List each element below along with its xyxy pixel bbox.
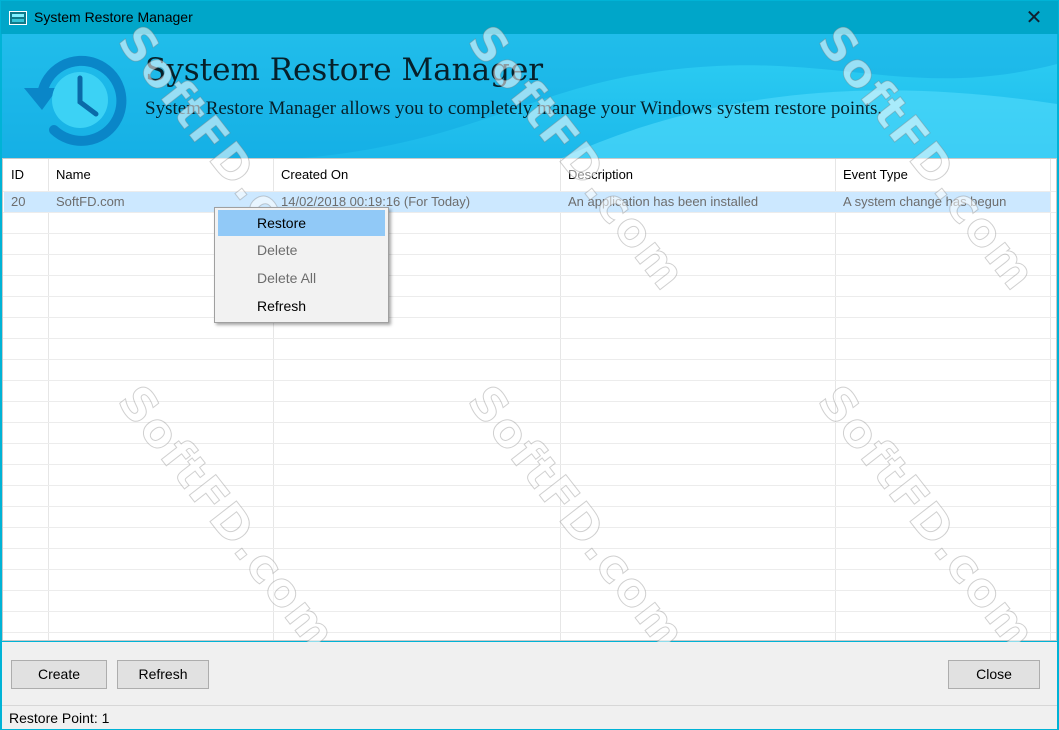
cell-id: 20 [11, 194, 26, 209]
title-bar[interactable]: System Restore Manager ✕ [1, 1, 1058, 34]
row-divider [3, 254, 1056, 255]
header-banner: System Restore Manager System Restore Ma… [2, 34, 1057, 158]
header-subtitle: System Restore Manager allows you to com… [145, 98, 883, 119]
row-divider [3, 569, 1056, 570]
row-divider [3, 317, 1056, 318]
column-header-created-on[interactable]: Created On [273, 159, 560, 191]
row-divider [3, 443, 1056, 444]
row-divider [3, 506, 1056, 507]
row-divider [3, 296, 1056, 297]
header-title: System Restore Manager [145, 52, 544, 88]
row-divider [3, 611, 1056, 612]
menu-item-delete[interactable]: Delete [218, 237, 385, 263]
row-divider [3, 359, 1056, 360]
row-divider [3, 590, 1056, 591]
row-divider [3, 380, 1056, 381]
restore-points-list[interactable]: ID Name Created On Description Event Typ… [2, 158, 1057, 641]
row-divider [3, 632, 1056, 633]
refresh-button[interactable]: Refresh [117, 660, 209, 689]
app-window: System Restore Manager ✕ System Restore … [0, 0, 1059, 730]
clock-restore-icon [24, 55, 127, 146]
row-divider [3, 338, 1056, 339]
status-bar: Restore Point: 1 [2, 705, 1057, 729]
column-header-name[interactable]: Name [48, 159, 273, 191]
close-button[interactable]: Close [948, 660, 1040, 689]
column-header-description[interactable]: Description [560, 159, 835, 191]
status-text: Restore Point: 1 [9, 710, 110, 726]
button-bar: Create Refresh Close [2, 642, 1057, 705]
cell-description: An application has been installed [568, 194, 759, 209]
row-divider [3, 464, 1056, 465]
row-divider [3, 401, 1056, 402]
app-window-icon [9, 11, 27, 25]
menu-item-refresh[interactable]: Refresh [218, 293, 385, 319]
column-header-id[interactable]: ID [3, 159, 48, 191]
window-title: System Restore Manager [34, 9, 193, 25]
create-button[interactable]: Create [11, 660, 107, 689]
cell-event-type: A system change has begun [843, 194, 1007, 209]
close-icon[interactable]: ✕ [1016, 2, 1052, 34]
context-menu: Restore Delete Delete All Refresh [214, 207, 389, 323]
row-divider [3, 527, 1056, 528]
row-divider [3, 422, 1056, 423]
row-divider [3, 212, 1056, 213]
column-header-event-type[interactable]: Event Type [835, 159, 1055, 191]
menu-item-restore[interactable]: Restore [218, 210, 385, 236]
menu-item-delete-all[interactable]: Delete All [218, 265, 385, 291]
row-divider [3, 233, 1056, 234]
row-divider [3, 485, 1056, 486]
row-divider [3, 275, 1056, 276]
row-divider [3, 548, 1056, 549]
